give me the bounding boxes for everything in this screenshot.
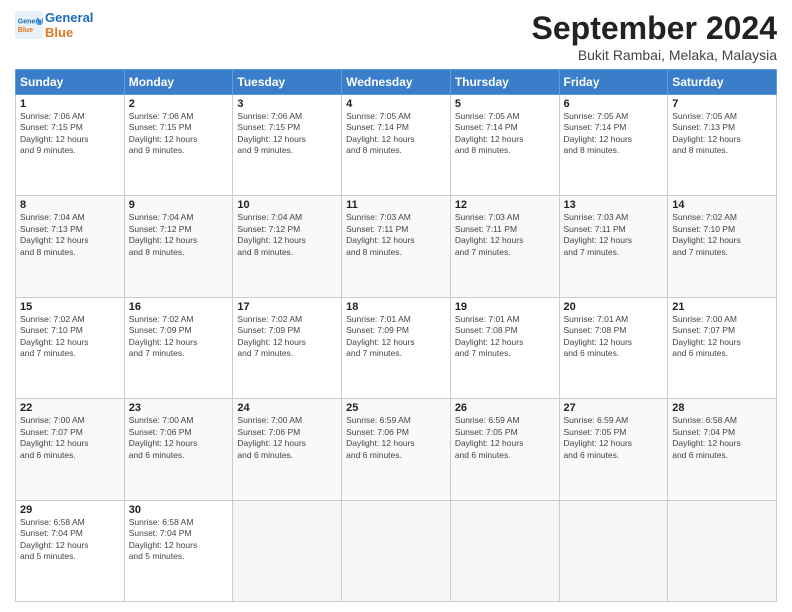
table-row: 6Sunrise: 7:05 AMSunset: 7:14 PMDaylight… — [559, 95, 668, 196]
table-row — [559, 500, 668, 601]
table-row: 8Sunrise: 7:04 AMSunset: 7:13 PMDaylight… — [16, 196, 125, 297]
col-sunday: Sunday — [16, 70, 125, 95]
table-row: 18Sunrise: 7:01 AMSunset: 7:09 PMDayligh… — [342, 297, 451, 398]
table-row: 12Sunrise: 7:03 AMSunset: 7:11 PMDayligh… — [450, 196, 559, 297]
table-row: 3Sunrise: 7:06 AMSunset: 7:15 PMDaylight… — [233, 95, 342, 196]
table-row: 27Sunrise: 6:59 AMSunset: 7:05 PMDayligh… — [559, 399, 668, 500]
table-row — [342, 500, 451, 601]
col-wednesday: Wednesday — [342, 70, 451, 95]
table-row — [233, 500, 342, 601]
col-monday: Monday — [124, 70, 233, 95]
table-row: 1Sunrise: 7:06 AMSunset: 7:15 PMDaylight… — [16, 95, 125, 196]
table-row: 9Sunrise: 7:04 AMSunset: 7:12 PMDaylight… — [124, 196, 233, 297]
logo-blue: Blue — [45, 25, 93, 40]
table-row: 21Sunrise: 7:00 AMSunset: 7:07 PMDayligh… — [668, 297, 777, 398]
table-row: 11Sunrise: 7:03 AMSunset: 7:11 PMDayligh… — [342, 196, 451, 297]
table-row: 14Sunrise: 7:02 AMSunset: 7:10 PMDayligh… — [668, 196, 777, 297]
table-row: 24Sunrise: 7:00 AMSunset: 7:06 PMDayligh… — [233, 399, 342, 500]
table-row: 13Sunrise: 7:03 AMSunset: 7:11 PMDayligh… — [559, 196, 668, 297]
table-row: 4Sunrise: 7:05 AMSunset: 7:14 PMDaylight… — [342, 95, 451, 196]
table-row: 7Sunrise: 7:05 AMSunset: 7:13 PMDaylight… — [668, 95, 777, 196]
table-row: 20Sunrise: 7:01 AMSunset: 7:08 PMDayligh… — [559, 297, 668, 398]
logo-general: General — [45, 10, 93, 25]
table-row: 2Sunrise: 7:06 AMSunset: 7:15 PMDaylight… — [124, 95, 233, 196]
logo: General Blue General Blue — [15, 10, 93, 40]
table-row: 23Sunrise: 7:00 AMSunset: 7:06 PMDayligh… — [124, 399, 233, 500]
table-row: 15Sunrise: 7:02 AMSunset: 7:10 PMDayligh… — [16, 297, 125, 398]
col-friday: Friday — [559, 70, 668, 95]
month-title: September 2024 — [532, 10, 777, 47]
table-row: 29Sunrise: 6:58 AMSunset: 7:04 PMDayligh… — [16, 500, 125, 601]
table-row: 26Sunrise: 6:59 AMSunset: 7:05 PMDayligh… — [450, 399, 559, 500]
table-row: 22Sunrise: 7:00 AMSunset: 7:07 PMDayligh… — [16, 399, 125, 500]
col-tuesday: Tuesday — [233, 70, 342, 95]
svg-text:Blue: Blue — [18, 27, 33, 34]
table-row: 10Sunrise: 7:04 AMSunset: 7:12 PMDayligh… — [233, 196, 342, 297]
col-saturday: Saturday — [668, 70, 777, 95]
table-row: 5Sunrise: 7:05 AMSunset: 7:14 PMDaylight… — [450, 95, 559, 196]
table-row — [450, 500, 559, 601]
table-row — [668, 500, 777, 601]
table-row: 30Sunrise: 6:58 AMSunset: 7:04 PMDayligh… — [124, 500, 233, 601]
table-row: 16Sunrise: 7:02 AMSunset: 7:09 PMDayligh… — [124, 297, 233, 398]
table-row: 28Sunrise: 6:58 AMSunset: 7:04 PMDayligh… — [668, 399, 777, 500]
col-thursday: Thursday — [450, 70, 559, 95]
table-row: 17Sunrise: 7:02 AMSunset: 7:09 PMDayligh… — [233, 297, 342, 398]
table-row: 25Sunrise: 6:59 AMSunset: 7:06 PMDayligh… — [342, 399, 451, 500]
location: Bukit Rambai, Melaka, Malaysia — [532, 47, 777, 63]
table-row: 19Sunrise: 7:01 AMSunset: 7:08 PMDayligh… — [450, 297, 559, 398]
